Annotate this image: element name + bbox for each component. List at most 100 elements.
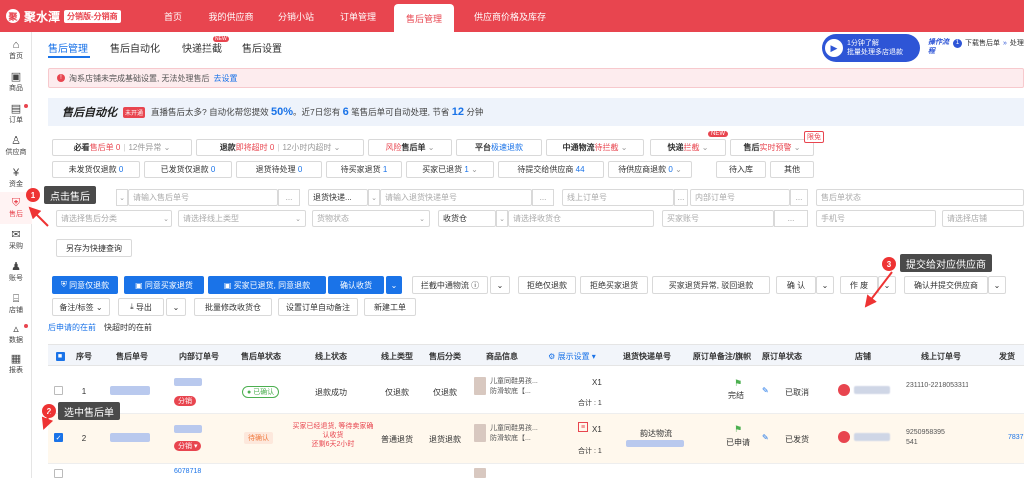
promo-video-button[interactable]: ▶ 1分钟了解 批量处理多店退款 — [822, 34, 920, 62]
sidebar-item-data[interactable]: ▵ 数据 — [0, 318, 32, 350]
confirm-dropdown[interactable]: ⌄ — [816, 276, 834, 294]
sidebar-item-orders[interactable]: ▤ 订单 — [0, 98, 32, 130]
filter-buyer-returned[interactable]: 买家已退货 1 ⌄ — [406, 161, 494, 178]
approve-buyer-return-button[interactable]: ▣ 同意买家退货 — [124, 276, 204, 294]
topnav-orders[interactable]: 订单管理 — [328, 0, 388, 32]
batch-modify-wh-button[interactable]: 批量修改收货仓 — [194, 298, 272, 316]
save-quick-query-button[interactable]: 另存为快捷查询 — [56, 239, 132, 257]
select-all-checkbox[interactable]: ■ — [52, 345, 68, 367]
warning-link[interactable]: 去设置 — [213, 73, 237, 84]
goods-status-select[interactable]: 货物状态 — [312, 210, 430, 227]
sidebar-item-supplier[interactable]: ♙ 供应商 — [0, 130, 32, 162]
online-order-input[interactable]: 线上订单号 — [562, 189, 674, 206]
row2-internal-order[interactable] — [174, 425, 202, 433]
filter-express-intercept[interactable]: 快递 拦截 ⌄ — [650, 139, 726, 156]
filter-shipped-refund[interactable]: 已发货仅退款 0 — [144, 161, 232, 178]
row3-internal-order[interactable]: 6078718 — [174, 468, 201, 475]
row1-internal-order[interactable] — [174, 378, 202, 386]
approve-refund-button[interactable]: ⛨ 同意仅退款 — [52, 276, 118, 294]
topnav-supplier-price[interactable]: 供应商价格及库存 — [460, 0, 560, 32]
filter-return-pending[interactable]: 退货待处理 0 — [236, 161, 322, 178]
aftersale-no-more[interactable]: ... — [278, 189, 300, 206]
filter-refund-timeout[interactable]: 退款 即将超时 0 | 12小时内超时 ⌄ — [196, 139, 364, 156]
row1-checkbox[interactable] — [54, 386, 63, 395]
filter-realtime-warning[interactable]: 售后 实时预警 ⌄ — [730, 139, 814, 156]
return-express-type[interactable]: 退货快递... — [308, 189, 368, 206]
topnav-distribution-site[interactable]: 分销小站 — [268, 0, 324, 32]
display-settings-button[interactable]: ⚙ 展示设置 ▾ — [542, 345, 602, 367]
sidebar-item-account[interactable]: ♟ 账号 — [0, 256, 32, 288]
confirm-button[interactable]: 确 认 — [776, 276, 816, 294]
export-dropdown[interactable]: ⌄ — [166, 298, 186, 316]
phone-input[interactable]: 手机号 — [816, 210, 936, 227]
return-express-more[interactable]: ... — [532, 189, 554, 206]
row1-aftersale-no[interactable] — [110, 386, 150, 395]
return-express-dropdown[interactable]: ⌄ — [368, 189, 380, 206]
remark-tag-button[interactable]: 备注/标签 ⌄ — [52, 298, 110, 316]
aftersale-status-select[interactable]: 售后单状态 — [816, 189, 1024, 206]
approve-refund-after-return-button[interactable]: ▣ 买家已退货, 同意退款 — [208, 276, 326, 294]
row2-ship[interactable]: 7837 — [1008, 434, 1024, 441]
tab-express-intercept[interactable]: 快递拦截 — [182, 40, 222, 55]
tab-aftersale-manage[interactable]: 售后管理 — [48, 40, 88, 55]
filter-await-stockin[interactable]: 待入库 — [716, 161, 766, 178]
confirm-receipt-button[interactable]: 确认收货 — [328, 276, 384, 294]
reject-refund-button[interactable]: 拒绝仅退款 — [518, 276, 576, 294]
row3-checkbox[interactable] — [54, 469, 63, 478]
sidebar-item-home[interactable]: ⌂ 首页 — [0, 34, 32, 66]
sidebar-item-goods[interactable]: ▣ 商品 — [0, 66, 32, 98]
row2-doc-icon[interactable]: ≡ — [578, 422, 588, 432]
aftersale-no-dropdown[interactable]: ⌄ — [116, 189, 128, 206]
buyer-account-more[interactable]: ... — [774, 210, 808, 227]
tab-aftersale-settings[interactable]: 售后设置 — [242, 40, 282, 55]
internal-order-more[interactable]: ... — [790, 189, 808, 206]
receiving-wh-label[interactable]: 收货仓 — [438, 210, 496, 227]
row2-express-no[interactable] — [626, 440, 684, 447]
sidebar-item-shop[interactable]: ⌸ 店铺 — [0, 288, 32, 320]
aftersale-no-input[interactable]: 请输入售后单号 — [128, 189, 278, 206]
sort-latest[interactable]: 后申请的在前 — [48, 322, 96, 333]
filter-other[interactable]: 其他 — [770, 161, 814, 178]
filter-must-see[interactable]: 必看 售后单 0 | 12件异常 ⌄ — [52, 139, 192, 156]
topnav-suppliers[interactable]: 我的供应商 — [198, 0, 264, 32]
row2-edit-icon[interactable]: ✎ — [762, 433, 769, 442]
brand-logo[interactable]: 聚 聚水潭 分销版-分销商 — [0, 0, 148, 32]
return-express-input[interactable]: 请输入退货快递单号 — [380, 189, 532, 206]
shop-select[interactable]: 请选择店铺 — [942, 210, 1024, 227]
void-button[interactable]: 作 废 — [840, 276, 878, 294]
reject-abnormal-return-button[interactable]: 买家退货异常, 驳回退款 — [652, 276, 770, 294]
row1-edit-icon[interactable]: ✎ — [762, 386, 769, 395]
intercept-zto-button[interactable]: 拦截中通物流 ⓘ — [412, 276, 488, 294]
row2-aftersale-no[interactable] — [110, 433, 150, 442]
filter-unshipped-refund[interactable]: 未发货仅退款 0 — [52, 161, 140, 178]
filter-await-supplier-refund[interactable]: 待供应商退款 0 ⌄ — [608, 161, 692, 178]
filter-await-buyer-return[interactable]: 待买家退货 1 — [326, 161, 402, 178]
flow-step-1[interactable]: 1 下载售后单 » 处理 — [953, 38, 1024, 48]
confirm-submit-dropdown[interactable]: ⌄ — [988, 276, 1006, 294]
row2-checkbox[interactable]: ✓ — [54, 433, 63, 442]
filter-to-submit-supplier[interactable]: 待提交给供应商 44 — [498, 161, 604, 178]
filter-zto-intercept[interactable]: 中通物流 待拦截 ⌄ — [546, 139, 644, 156]
sidebar-item-purchase[interactable]: ✉ 采购 — [0, 224, 32, 256]
online-order-more[interactable]: ... — [674, 189, 688, 206]
export-button[interactable]: ⤓ 导出 — [118, 298, 164, 316]
receiving-wh-dropdown[interactable]: ⌄ — [496, 210, 508, 227]
filter-risk[interactable]: 风险 售后单 ⌄ — [368, 139, 452, 156]
online-type-select[interactable]: 请选择线上类型 — [178, 210, 306, 227]
topnav-home[interactable]: 首页 — [150, 0, 196, 32]
sort-timeout[interactable]: 快超时的在前 — [104, 322, 152, 333]
filter-platform-fast-refund[interactable]: 平台 极速退款 — [456, 139, 542, 156]
reject-buyer-return-button[interactable]: 拒绝买家退货 — [580, 276, 648, 294]
topnav-aftersale[interactable]: 售后管理 — [394, 4, 454, 32]
tab-aftersale-automation[interactable]: 售后自动化 — [110, 40, 160, 55]
aftersale-category-select[interactable]: 请选择售后分类 — [56, 210, 172, 227]
new-ticket-button[interactable]: 新建工单 — [364, 298, 416, 316]
internal-order-input[interactable]: 内部订单号 — [690, 189, 790, 206]
sidebar-item-report[interactable]: ▦ 报表 — [0, 348, 32, 380]
intercept-zto-dropdown[interactable]: ⌄ — [490, 276, 510, 294]
confirm-submit-supplier-button[interactable]: 确认并提交供应商 — [904, 276, 988, 294]
auto-remark-button[interactable]: 设置订单自动备注 — [278, 298, 358, 316]
confirm-receipt-dropdown[interactable]: ⌄ — [386, 276, 402, 294]
receiving-wh-select[interactable]: 请选择收货仓 — [508, 210, 654, 227]
buyer-account-input[interactable]: 买家账号 — [662, 210, 774, 227]
